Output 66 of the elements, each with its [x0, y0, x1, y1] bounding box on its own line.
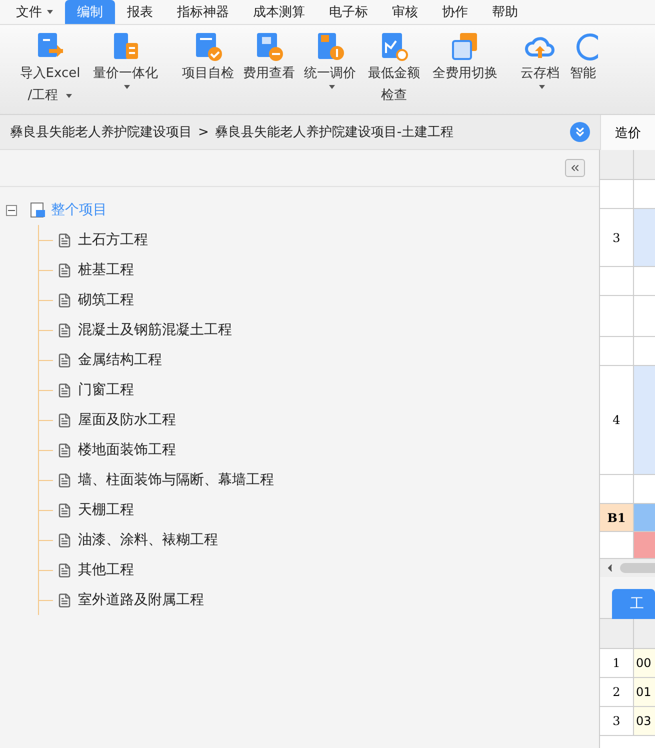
grid-header-cell [634, 619, 655, 648]
tree-item[interactable]: 室外道路及附属工程 [78, 591, 204, 609]
document-icon [57, 532, 72, 548]
toolbar-button[interactable]: 费用查看 [239, 31, 299, 114]
fee-tool-icon [254, 31, 284, 63]
document-icon [57, 472, 72, 488]
document-icon [57, 502, 72, 518]
document-icon [57, 292, 72, 308]
collapse-button[interactable] [565, 159, 585, 177]
document-icon [57, 442, 72, 458]
double-chevron-left-icon [569, 162, 581, 174]
toolbar-button[interactable]: 导入Excel /工程 [12, 31, 88, 114]
document-icon [57, 592, 72, 608]
toolbar-button[interactable]: 智能 [565, 31, 601, 114]
menu-tab[interactable]: 审核 [380, 0, 430, 24]
grid-header-cell [634, 150, 655, 179]
document-icon [57, 412, 72, 428]
menu-tab[interactable]: 成本测算 [241, 0, 317, 24]
tree-item[interactable]: 墙、柱面装饰与隔断、幕墙工程 [78, 471, 274, 489]
breadcrumb-item[interactable]: 彝良县失能老人养护院建设项目-土建工程 [214, 123, 454, 141]
document-icon [57, 232, 72, 248]
tree-item[interactable]: 桩基工程 [78, 261, 134, 279]
code-cell: 00 [634, 649, 655, 677]
highlighted-cell [634, 532, 655, 558]
breadcrumb-separator: > [198, 124, 209, 140]
document-icon [57, 562, 72, 578]
tree-item[interactable]: 屋面及防水工程 [78, 411, 176, 429]
highlighted-cell [634, 504, 655, 531]
price-tool-icon [315, 31, 345, 63]
document-icon [57, 382, 72, 398]
tree-item[interactable]: 金属结构工程 [78, 351, 162, 369]
highlighted-cell [634, 209, 655, 266]
toolbar-button[interactable]: 量价一体化 [90, 31, 161, 114]
tree-item[interactable]: 土石方工程 [78, 231, 148, 249]
tree-item[interactable]: 楼地面装饰工程 [78, 441, 176, 459]
document-icon [57, 352, 72, 368]
document-icon [57, 322, 72, 338]
menu-tab[interactable]: 报表 [115, 0, 165, 24]
expand-icon[interactable] [570, 122, 590, 142]
project-icon [30, 202, 46, 218]
tree-item[interactable]: 砌筑工程 [78, 291, 134, 309]
menu-tab[interactable]: 文件 [4, 0, 65, 24]
document-icon [57, 262, 72, 278]
toolbar-button[interactable]: 全费用切换 [429, 31, 501, 114]
tree-toggle-icon[interactable] [6, 204, 17, 216]
tree-item[interactable]: 门窗工程 [78, 381, 134, 399]
tree-item[interactable]: 其他工程 [78, 561, 134, 579]
tree-item[interactable]: 油漆、涂料、裱糊工程 [78, 531, 218, 549]
code-cell: 03 [634, 707, 655, 735]
code-cell: 01 [634, 678, 655, 706]
check-tool-icon [193, 31, 223, 63]
menu-tab[interactable]: 指标神器 [165, 0, 241, 24]
horizontal-scrollbar[interactable] [600, 559, 655, 577]
toolbar-button[interactable]: 最低金额 检查 [361, 31, 427, 114]
breadcrumb-item[interactable]: 彝良县失能老人养护院建设项目 [10, 123, 192, 141]
toolbar-button[interactable]: 统一调价 [301, 31, 359, 114]
switch-tool-icon [450, 31, 480, 63]
panel-tab[interactable]: 造价 [600, 115, 655, 150]
tree-item[interactable]: 混凝土及钢筋混凝土工程 [78, 321, 232, 339]
tree-item[interactable]: 天棚工程 [78, 501, 134, 519]
toolbar-button[interactable]: 云存档 [517, 31, 563, 114]
menu-tab[interactable]: 协作 [430, 0, 480, 24]
toolbar-button[interactable]: 项目自检 [179, 31, 237, 114]
menu-tab[interactable]: 电子标 [317, 0, 380, 24]
menu-tab[interactable]: 帮助 [480, 0, 530, 24]
row-number-cell: B1 [600, 504, 634, 531]
